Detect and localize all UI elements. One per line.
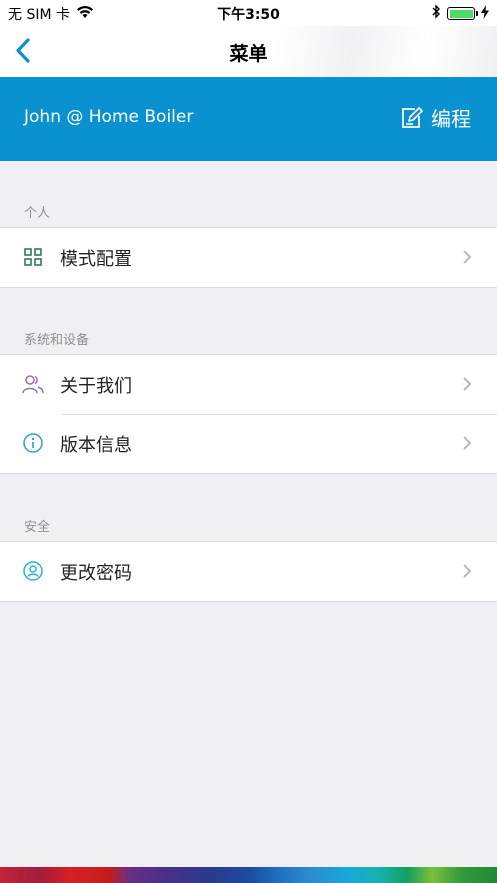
menu-item-label: 更改密码 bbox=[60, 563, 132, 584]
page-title: 菜单 bbox=[229, 43, 268, 65]
menu-item-mode-config[interactable]: 模式配置 bbox=[0, 228, 497, 287]
group-security: 更改密码 bbox=[0, 541, 497, 602]
grid-icon bbox=[22, 246, 44, 268]
charging-icon bbox=[481, 4, 489, 23]
bluetooth-icon bbox=[431, 4, 441, 23]
system-name: John @ Home Boiler bbox=[24, 107, 194, 127]
system-banner: John @ Home Boiler 编程 bbox=[0, 77, 497, 161]
user-circle-icon bbox=[22, 560, 44, 582]
chevron-right-icon bbox=[461, 562, 473, 580]
chevron-right-icon bbox=[461, 434, 473, 452]
status-time: 下午3:50 bbox=[217, 7, 280, 23]
edit-button[interactable]: 编程 bbox=[401, 103, 471, 132]
info-icon bbox=[22, 432, 44, 454]
navigation-bar: 菜单 bbox=[0, 26, 497, 77]
menu-item-label: 关于我们 bbox=[60, 376, 132, 397]
status-right bbox=[431, 4, 489, 23]
section-header-system: 系统和设备 bbox=[24, 333, 90, 348]
section-header-security: 安全 bbox=[24, 520, 51, 535]
menu-item-label: 模式配置 bbox=[60, 249, 132, 270]
group-personal: 模式配置 bbox=[0, 227, 497, 288]
chevron-right-icon bbox=[461, 375, 473, 393]
menu-item-about-us[interactable]: 关于我们 bbox=[0, 355, 497, 414]
menu-item-change-password[interactable]: 更改密码 bbox=[0, 542, 497, 601]
chevron-right-icon bbox=[461, 248, 473, 266]
status-bar: 无 SIM 卡 下午3:50 bbox=[0, 0, 497, 26]
edit-icon bbox=[402, 106, 423, 128]
brand-color-strip bbox=[0, 867, 497, 883]
edit-label: 编程 bbox=[431, 107, 471, 131]
users-icon bbox=[22, 373, 44, 395]
menu-item-version-info[interactable]: 版本信息 bbox=[0, 414, 497, 473]
menu-item-label: 版本信息 bbox=[60, 435, 132, 456]
battery-icon bbox=[447, 7, 478, 20]
group-system: 关于我们 版本信息 bbox=[0, 354, 497, 474]
section-header-personal: 个人 bbox=[24, 206, 51, 221]
